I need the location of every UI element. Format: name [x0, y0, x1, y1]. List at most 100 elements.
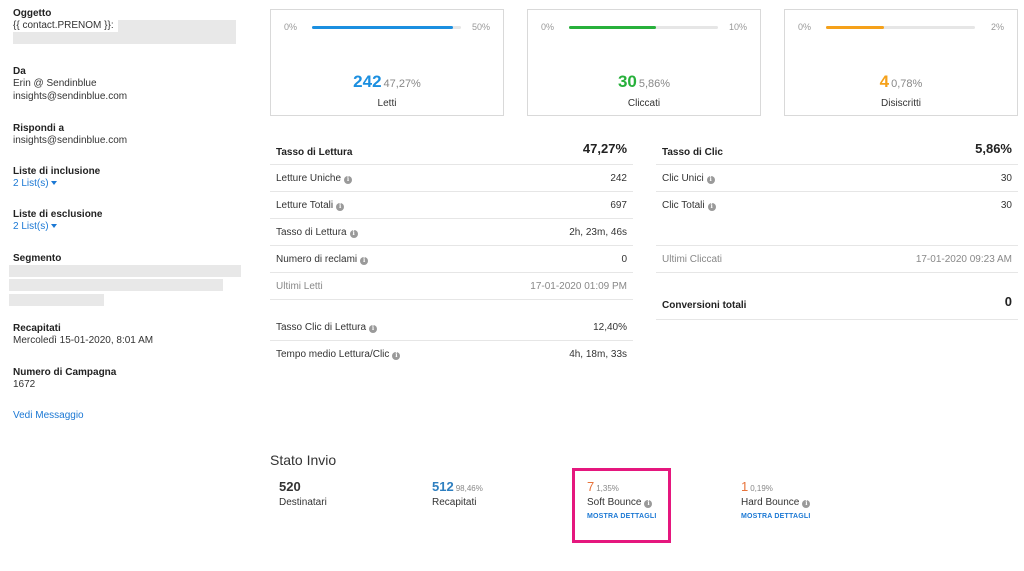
info-icon[interactable]: i	[349, 230, 358, 238]
row-value: 4h, 18m, 33s	[569, 349, 627, 360]
highlight-box	[572, 468, 671, 543]
row-value: 30	[1000, 173, 1012, 184]
row-label: Tasso di Lettura	[276, 227, 347, 238]
vedi-messaggio-link[interactable]: Vedi Messaggio	[13, 410, 84, 422]
recapitati-stat-label: Recapitati	[432, 497, 477, 508]
info-icon[interactable]: i	[360, 257, 369, 265]
numero-campagna-label: Numero di Campagna	[13, 367, 117, 378]
card-letti: 0% 50% 242 47,27% Letti	[270, 9, 504, 116]
table-row: Letture Totali i 697	[270, 192, 633, 219]
recapitati-percent: 98,46%	[455, 484, 483, 493]
numero-campagna-value: 1672	[13, 379, 36, 390]
scale-min: 0%	[798, 22, 812, 32]
letti-count: 242	[353, 72, 382, 91]
conversioni-row: Conversioni totali 0	[656, 282, 1018, 320]
lettura-header: Tasso di Lettura 47,27%	[270, 135, 633, 165]
info-icon[interactable]: i	[369, 325, 378, 333]
redacted-block	[9, 294, 104, 306]
row-value: 12,40%	[593, 322, 627, 333]
letti-label: Letti	[377, 98, 397, 109]
info-icon[interactable]: i	[802, 500, 811, 508]
rispondi-label: Rispondi a	[13, 123, 65, 134]
table-row: Letture Uniche i 242	[270, 165, 633, 192]
disiscritti-label: Disiscritti	[881, 98, 921, 109]
hard-bounce-count: 1	[741, 479, 749, 494]
redacted-block	[9, 279, 223, 291]
row-value: 17-01-2020 09:23 AM	[915, 254, 1012, 265]
card-cliccati: 0% 10% 30 5,86% Cliccati	[527, 9, 761, 116]
inclusione-value: 2 List(s)	[13, 178, 49, 189]
letti-percent: 47,27%	[383, 78, 421, 90]
hard-bounce-details-link[interactable]: MOSTRA DETTAGLI	[741, 513, 811, 520]
scale-max: 50%	[471, 22, 490, 32]
scale-min: 0%	[541, 22, 555, 32]
row-value: 0	[1004, 294, 1012, 309]
row-label: Clic Unici	[662, 173, 704, 184]
recapitati-count: 512	[432, 479, 454, 494]
esclusione-value: 2 List(s)	[13, 221, 49, 232]
table-row: Ultimi Cliccati 17-01-2020 09:23 AM	[656, 246, 1018, 273]
scale-min: 0%	[284, 22, 298, 32]
campaign-details-panel: Oggetto {{ contact.PRENOM }}: Da Erin @ …	[0, 0, 250, 571]
progress-track	[569, 26, 718, 29]
lettura-title-value: 47,27%	[582, 141, 627, 156]
row-value: 17-01-2020 01:09 PM	[530, 281, 627, 292]
inclusione-label: Liste di inclusione	[13, 166, 101, 177]
caret-down-icon	[50, 181, 57, 186]
hard-bounce-label: Hard Bounce	[741, 497, 800, 508]
row-label: Ultimi Cliccati	[662, 254, 722, 265]
esclusione-label: Liste di esclusione	[13, 209, 103, 220]
cliccati-percent: 5,86%	[638, 78, 671, 90]
destinatari-label: Destinatari	[279, 497, 327, 508]
table-row: Clic Totali i 30	[656, 192, 1018, 246]
esclusione-dropdown[interactable]: 2 List(s)	[13, 221, 57, 233]
row-label: Tempo medio Lettura/Clic	[276, 349, 390, 360]
stato-invio-title: Stato Invio	[270, 452, 337, 468]
oggetto-label: Oggetto	[13, 8, 52, 19]
table-row: Ultimi Letti 17-01-2020 01:09 PM	[270, 273, 633, 300]
row-label: Ultimi Letti	[276, 281, 323, 292]
destinatari-count: 520	[279, 479, 301, 494]
row-label: Letture Totali	[276, 200, 334, 211]
info-icon[interactable]: i	[392, 352, 401, 360]
redacted-block	[13, 32, 236, 44]
progress-track	[826, 26, 975, 29]
row-value: 0	[621, 254, 627, 265]
oggetto-value: {{ contact.PRENOM }}:	[13, 20, 114, 31]
info-icon[interactable]: i	[344, 176, 353, 184]
hard-bounce-percent: 0,19%	[750, 484, 773, 493]
hard-bounce-block: 1 0,19% Hard Bounce i MOSTRA DETTAGLI	[741, 479, 811, 520]
inclusione-dropdown[interactable]: 2 List(s)	[13, 178, 57, 190]
da-label: Da	[13, 66, 26, 77]
info-icon[interactable]: i	[706, 176, 715, 184]
disiscritti-count: 4	[879, 72, 890, 91]
info-icon[interactable]: i	[336, 203, 345, 211]
recapitati-block: 512 98,46% Recapitati	[432, 479, 483, 508]
cliccati-label: Cliccati	[627, 98, 661, 109]
progress-fill	[569, 26, 657, 29]
info-icon[interactable]: i	[707, 203, 716, 211]
clic-title-value: 5,86%	[975, 141, 1012, 156]
lettura-table: Tasso di Lettura 47,27% Letture Uniche i …	[270, 135, 633, 375]
clic-title: Tasso di Clic	[662, 147, 723, 158]
segmento-label: Segmento	[13, 253, 62, 264]
destinatari-block: 520 Destinatari	[279, 479, 327, 508]
redacted-block	[118, 20, 236, 32]
table-row: Clic Unici i 30	[656, 165, 1018, 192]
clic-table: Tasso di Clic 5,86% Clic Unici i 30 Clic …	[656, 135, 1018, 325]
da-email: insights@sendinblue.com	[13, 91, 128, 102]
table-row: Tempo medio Lettura/Clic i 4h, 18m, 33s	[270, 341, 633, 368]
lettura-title: Tasso di Lettura	[276, 147, 353, 158]
row-label: Conversioni totali	[662, 300, 747, 311]
row-value: 697	[610, 200, 627, 211]
table-row: Numero di reclami i 0	[270, 246, 633, 273]
card-disiscritti: 0% 2% 4 0,78% Disiscritti	[784, 9, 1018, 116]
row-label: Letture Uniche	[276, 173, 342, 184]
row-value: 242	[610, 173, 627, 184]
recapitati-label: Recapitati	[13, 323, 61, 334]
cliccati-count: 30	[617, 72, 637, 91]
clic-header: Tasso di Clic 5,86%	[656, 135, 1018, 165]
row-label: Tasso Clic di Lettura	[276, 322, 367, 333]
table-row: Tasso Clic di Lettura i 12,40%	[270, 314, 633, 341]
caret-down-icon	[50, 224, 57, 229]
